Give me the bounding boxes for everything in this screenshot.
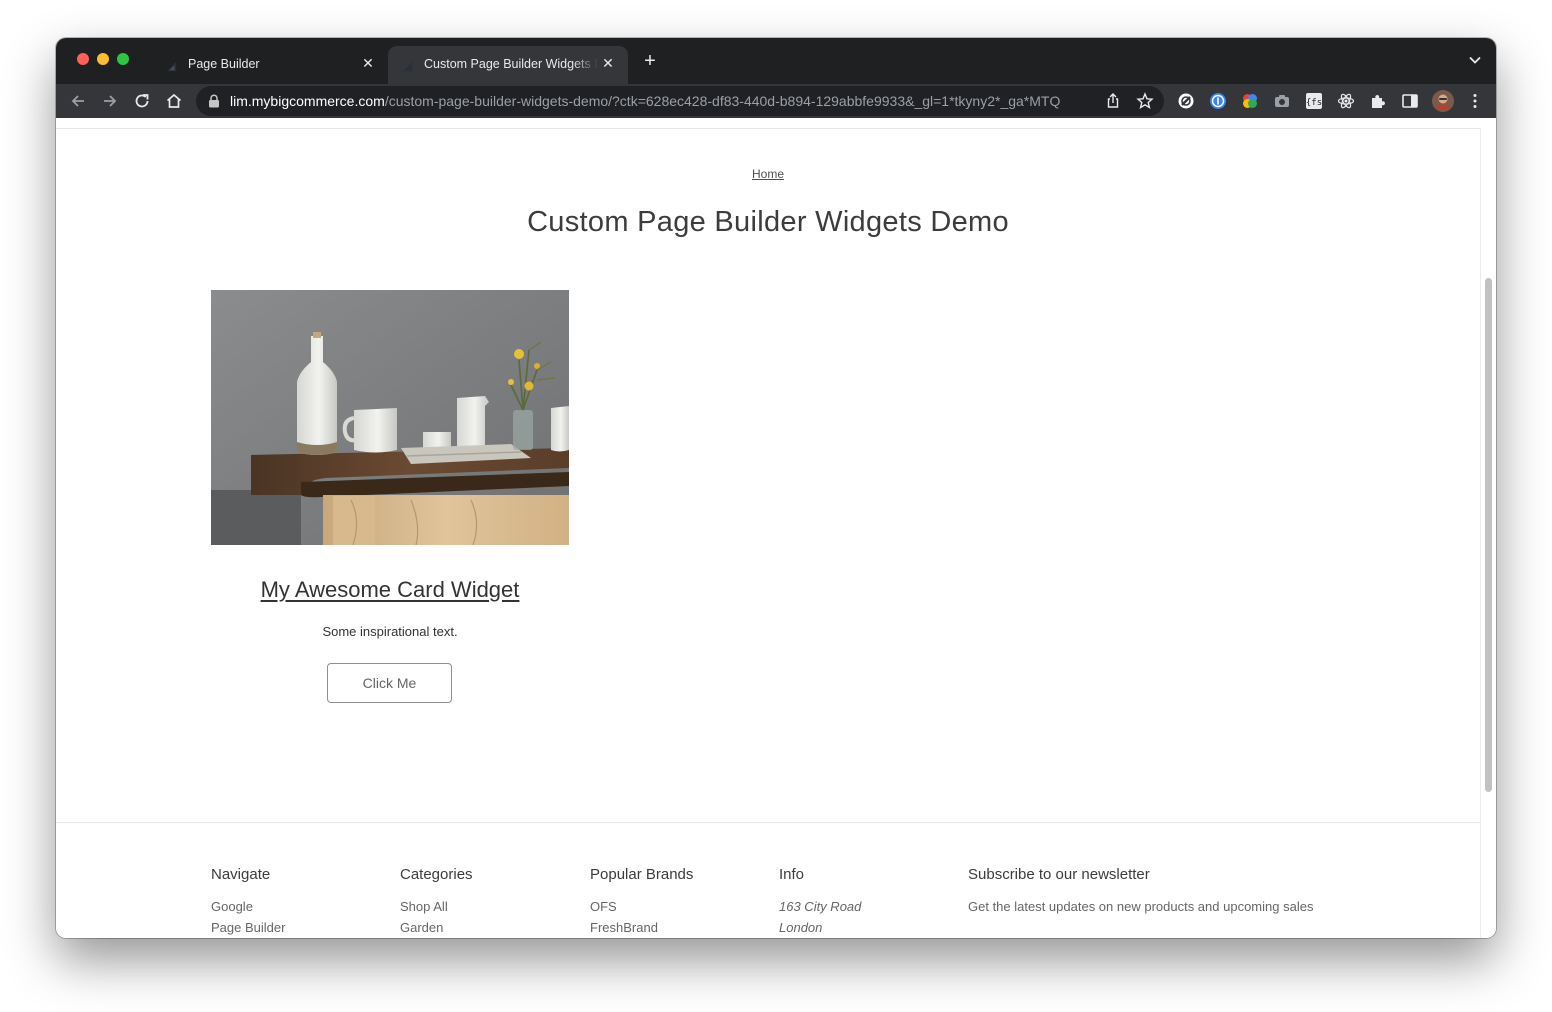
footer-heading: Subscribe to our newsletter (968, 866, 1150, 883)
disable-extension-icon[interactable] (1177, 92, 1195, 110)
footer-brands: Popular Brands OFS FreshBrand (590, 866, 693, 938)
browser-toolbar: lim.mybigcommerce.com/custom-page-builde… (56, 84, 1496, 118)
address-line: 163 City Road (779, 899, 862, 914)
card-title-link[interactable]: My Awesome Card Widget (211, 577, 569, 603)
header-divider (56, 128, 1480, 129)
back-arrow-icon[interactable] (68, 91, 88, 111)
footer-heading: Info (779, 866, 805, 883)
puzzle-piece-icon[interactable] (1369, 92, 1387, 110)
address-line: London (779, 920, 823, 935)
home-icon[interactable] (164, 91, 184, 111)
card-text: Some inspirational text. (322, 624, 458, 639)
browser-window: Page Builder ✕ Custom Page Builder Widge… (56, 38, 1496, 938)
footer-link-page-builder[interactable]: Page Builder (211, 917, 285, 938)
chevron-down-icon[interactable] (1468, 53, 1482, 67)
fs-extension-icon[interactable]: {fs (1305, 92, 1323, 110)
lock-icon[interactable] (208, 94, 220, 108)
avatar[interactable] (1432, 90, 1454, 112)
footer-link-shop-all[interactable]: Shop All (400, 896, 473, 917)
new-tab-button[interactable]: + (640, 51, 660, 71)
footer-info: Info 163 City Road London (779, 866, 861, 938)
tab-title: Custom Page Builder Widgets Demo (424, 57, 598, 71)
footer-categories: Categories Shop All Garden (400, 866, 473, 938)
camera-icon[interactable] (1273, 92, 1291, 110)
card-image[interactable] (211, 290, 569, 545)
svg-text:{fs: {fs (1306, 98, 1322, 108)
footer-heading: Categories (400, 866, 473, 883)
footer-divider (56, 822, 1480, 823)
side-panel-icon[interactable] (1401, 92, 1419, 110)
bigcommerce-favicon-icon (166, 61, 177, 72)
click-me-button[interactable]: Click Me (327, 663, 452, 703)
footer-heading: Navigate (211, 866, 271, 883)
page-viewport: Home Custom Page Builder Widgets Demo My… (56, 118, 1496, 938)
breadcrumb: Home (56, 167, 1480, 181)
zoom-window-button[interactable] (117, 53, 129, 65)
kebab-menu-icon[interactable] (1466, 92, 1484, 110)
footer-heading: Popular Brands (590, 866, 694, 883)
footer-navigate: Navigate Google Page Builder (211, 866, 285, 938)
minimize-window-button[interactable] (97, 53, 109, 65)
page-title: Custom Page Builder Widgets Demo (527, 206, 1009, 238)
share-icon[interactable] (1104, 92, 1122, 110)
footer-link-garden[interactable]: Garden (400, 917, 473, 938)
url-host: lim.mybigcommerce.com (230, 93, 385, 109)
react-devtools-icon[interactable] (1337, 92, 1355, 110)
tab-widgets-demo[interactable]: Custom Page Builder Widgets Demo ✕ (388, 46, 628, 84)
color-picker-icon[interactable] (1241, 92, 1259, 110)
star-icon[interactable] (1136, 92, 1154, 110)
close-tab-icon[interactable]: ✕ (360, 55, 376, 71)
password-manager-icon[interactable] (1209, 92, 1227, 110)
footer-newsletter: Subscribe to our newsletter Get the late… (968, 866, 1338, 917)
scrollbar-thumb[interactable] (1485, 278, 1492, 792)
footer-link-google[interactable]: Google (211, 896, 285, 917)
newsletter-text: Get the latest updates on new products a… (968, 899, 1314, 914)
reload-icon[interactable] (132, 91, 152, 111)
address-bar[interactable]: lim.mybigcommerce.com/custom-page-builde… (196, 86, 1164, 116)
page-favicon-icon (402, 61, 413, 72)
url-path: /custom-page-builder-widgets-demo/?ctk=6… (384, 93, 1061, 109)
footer-link-freshbrand[interactable]: FreshBrand (590, 917, 693, 938)
close-window-button[interactable] (77, 53, 89, 65)
tab-title: Page Builder (188, 57, 260, 71)
url-text[interactable]: lim.mybigcommerce.com/custom-page-builde… (230, 93, 1094, 109)
tab-page-builder[interactable]: Page Builder ✕ (152, 46, 388, 84)
footer-link-ofs[interactable]: OFS (590, 896, 693, 917)
breadcrumb-home-link[interactable]: Home (752, 167, 784, 181)
forward-arrow-icon[interactable] (100, 91, 120, 111)
tab-strip: Page Builder ✕ Custom Page Builder Widge… (56, 38, 1496, 84)
close-tab-icon[interactable]: ✕ (600, 55, 616, 71)
